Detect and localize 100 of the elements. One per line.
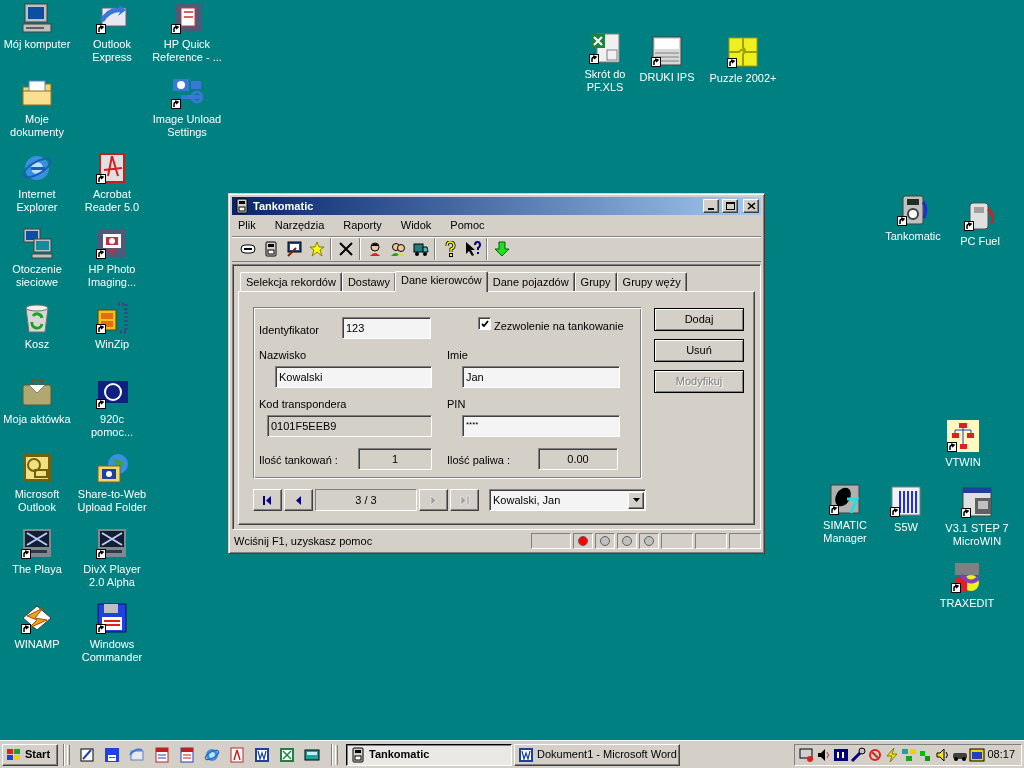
spreadsheet-icon[interactable] — [589, 32, 621, 64]
computer-icon[interactable] — [21, 2, 53, 34]
pause-icon[interactable] — [833, 746, 849, 763]
desktop-icon-label[interactable]: Kosz — [24, 338, 50, 351]
floppy-icon[interactable] — [96, 602, 128, 634]
folder-icon[interactable] — [21, 77, 53, 109]
surname-field[interactable]: Kowalski — [275, 366, 432, 388]
count-field[interactable]: 1 — [358, 448, 432, 470]
action-button[interactable]: Dodaj — [654, 308, 744, 331]
desktop-icon-label[interactable]: WINAMP — [14, 638, 60, 651]
record-dropdown[interactable]: Kowalski, Jan — [489, 489, 646, 511]
menu-item[interactable]: Narzędzia — [270, 217, 329, 234]
diagram-icon[interactable] — [947, 420, 979, 452]
taskbar-button[interactable]: Dokument1 - Microsoft Word — [514, 743, 680, 766]
pin-field[interactable]: **** — [462, 415, 620, 437]
document-icon — [228, 746, 245, 763]
first-button[interactable] — [253, 489, 282, 511]
desktop-icon-label[interactable]: SIMATIC Manager — [823, 519, 867, 545]
field-label: Identyfikator — [259, 323, 319, 338]
tools-icon[interactable] — [850, 746, 866, 763]
desktop-icon-label[interactable]: 920c pomoc... — [90, 413, 134, 439]
previous-button[interactable] — [284, 489, 313, 511]
id-field[interactable]: 123 — [342, 317, 431, 339]
picture-hammer-icon — [285, 241, 302, 257]
desktop-icon-label[interactable]: Otoczenie sieciowe — [12, 263, 62, 289]
menu-item[interactable]: Raporty — [339, 217, 386, 234]
tab[interactable]: Dostawy — [341, 272, 397, 291]
start-button[interactable]: Start — [2, 743, 58, 766]
window-icon[interactable] — [961, 486, 993, 518]
desktop-icon-label[interactable]: Moja aktówka — [3, 413, 71, 426]
player-icon[interactable] — [21, 527, 53, 559]
menu-item[interactable]: Plik — [234, 217, 260, 234]
desktop-icon-label[interactable]: Acrobat Reader 5.0 — [84, 188, 140, 214]
clock: 08:17 — [987, 747, 1016, 763]
amount-field[interactable]: 0.00 — [538, 448, 618, 470]
desktop-icon-label[interactable]: Share-to-Web Upload Folder — [77, 488, 147, 514]
globe-icon — [203, 746, 220, 763]
desktop-icon-label[interactable]: Outlook Express — [92, 38, 132, 64]
monitor-icon[interactable] — [799, 746, 815, 763]
fuel-pump-icon — [262, 241, 279, 257]
field-label: PIN — [447, 397, 466, 412]
desktop-icon-label[interactable]: WinZip — [94, 338, 130, 351]
document-icon — [518, 746, 534, 763]
calendar-icon[interactable] — [21, 452, 53, 484]
desktop-icon-label[interactable]: V3.1 STEP 7 MicroWIN — [945, 522, 1009, 548]
status-text: Wciśnij F1, uzyskasz pomoc — [233, 533, 374, 549]
briefcase-icon[interactable] — [21, 377, 53, 409]
volume-icon[interactable] — [935, 746, 951, 763]
maximize-button[interactable] — [722, 199, 738, 213]
desktop-icon-label[interactable]: DivX Player 2.0 Alpha — [83, 563, 141, 589]
calendar-icon — [178, 746, 195, 763]
desktop-icon-label[interactable]: Tankomatic — [885, 230, 941, 243]
close-icon — [746, 202, 756, 210]
desktop-icon-label[interactable]: Internet Explorer — [16, 188, 58, 214]
desktop-icon-label[interactable]: Puzzle 2002+ — [709, 72, 777, 85]
windows-logo-icon — [6, 746, 22, 763]
tab[interactable]: Selekcja rekordów — [240, 272, 342, 291]
status-pane — [729, 533, 761, 549]
desktop-icon-label[interactable]: The Playa — [12, 563, 62, 576]
tab[interactable]: Grupy węży — [616, 272, 687, 291]
player-icon[interactable] — [96, 527, 128, 559]
field-label: Ilość tankowań : — [259, 453, 338, 468]
menu-item[interactable]: Pomoc — [446, 217, 489, 234]
desktop-icon-label[interactable]: Image Unload Settings — [152, 113, 222, 139]
desktop-icon-label[interactable]: Mój komputer — [3, 38, 71, 51]
calculator-icon — [303, 746, 320, 763]
folder-icon[interactable] — [96, 452, 128, 484]
document-icon — [253, 746, 270, 763]
puzzle-icon[interactable] — [727, 36, 759, 68]
desktop-icon-label[interactable]: PC Fuel — [960, 235, 1000, 248]
camera-icon[interactable] — [96, 227, 128, 259]
tab[interactable]: Dane kierowców — [395, 271, 488, 292]
next-icon — [428, 494, 439, 506]
desktop-icon-label[interactable]: VTWIN — [945, 456, 981, 469]
tab[interactable]: Dane pojazdów — [486, 272, 575, 291]
desktop-icon-label[interactable]: DRUKI IPS — [639, 71, 695, 84]
maximize-icon — [725, 202, 735, 210]
minimize-button[interactable] — [703, 199, 719, 213]
desktop-icon-label[interactable]: TRAXEDIT — [939, 597, 995, 610]
tab[interactable]: Grupy — [574, 272, 617, 291]
name-field[interactable]: Jan — [462, 366, 620, 388]
desktop-icon-label[interactable]: Microsoft Outlook — [14, 488, 60, 514]
document-icon[interactable] — [96, 152, 128, 184]
form-icon[interactable] — [651, 35, 683, 67]
first-icon — [262, 494, 273, 506]
desktop-icon-label[interactable]: Skrót do PF.XLS — [584, 68, 626, 94]
desktop-icon-label[interactable]: HP Photo Imaging... — [87, 263, 137, 289]
rack-icon[interactable] — [890, 485, 922, 517]
delete-icon — [337, 241, 354, 257]
desktop-icon-label[interactable]: Moje dokumenty — [10, 113, 64, 139]
action-button[interactable]: Usuń — [654, 339, 744, 362]
dropdown-button[interactable] — [628, 491, 644, 509]
close-button[interactable] — [743, 199, 759, 213]
desktop-icon-label[interactable]: HP Quick Reference - ... — [152, 38, 222, 64]
desktop-icon-label[interactable]: S5W — [894, 521, 918, 534]
taskbar-button[interactable]: Tankomatic — [346, 743, 512, 766]
app-icon[interactable] — [829, 483, 861, 515]
checkbox[interactable] — [478, 317, 491, 330]
desktop-icon-label[interactable]: Windows Commander — [81, 638, 143, 664]
menu-item[interactable]: Widok — [396, 217, 436, 234]
